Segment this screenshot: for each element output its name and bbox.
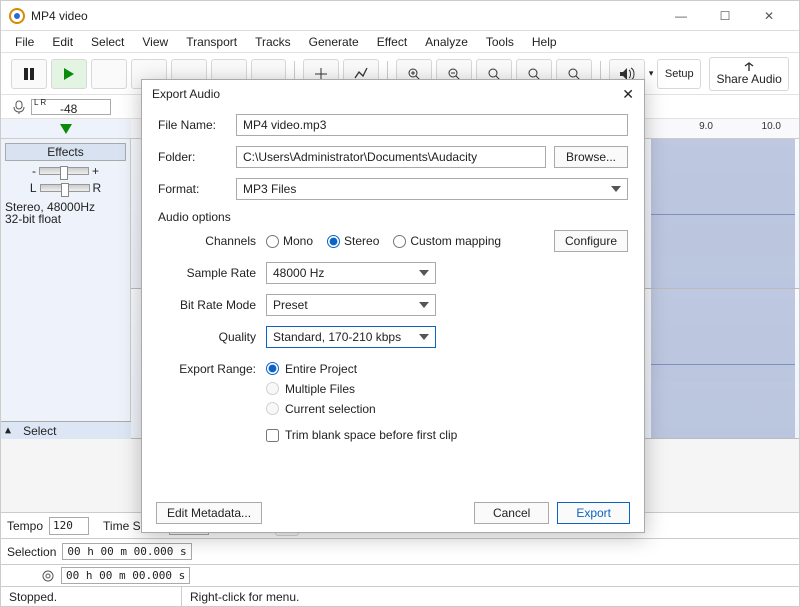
menu-transport[interactable]: Transport	[178, 33, 245, 51]
menu-edit[interactable]: Edit	[44, 33, 81, 51]
mic-icon	[11, 100, 27, 114]
selection-row2: 00 h 00 m 00.000 s	[1, 564, 799, 586]
format-label: Format:	[158, 182, 236, 196]
channels-mono[interactable]: Mono	[266, 234, 313, 248]
app-logo-icon	[9, 8, 25, 24]
audio-setup-button[interactable]: Setup	[657, 59, 701, 89]
wave-clip[interactable]	[651, 139, 795, 288]
menu-select[interactable]: Select	[83, 33, 132, 51]
channels-stereo[interactable]: Stereo	[327, 234, 379, 248]
statusbar: Stopped. Right-click for menu.	[1, 586, 799, 606]
ruler-mark: 9.0	[699, 121, 713, 132]
gear-icon[interactable]	[41, 569, 55, 583]
minimize-button[interactable]: —	[659, 1, 703, 31]
share-icon	[742, 62, 756, 72]
trim-blank-checkbox[interactable]: Trim blank space before first clip	[266, 428, 628, 442]
meter-channels: L R	[34, 99, 46, 107]
range-entire[interactable]: Entire Project	[266, 362, 376, 376]
selection-end[interactable]: 00 h 00 m 00.000 s	[61, 567, 190, 584]
export-range-label: Export Range:	[158, 362, 266, 376]
record-meter[interactable]: L R -48	[31, 99, 111, 115]
sample-rate-label: Sample Rate	[158, 266, 266, 280]
quality-label: Quality	[158, 330, 266, 344]
selection-label: Selection	[7, 545, 56, 559]
play-head-icon[interactable]	[60, 124, 72, 134]
menu-file[interactable]: File	[7, 33, 42, 51]
pan-slider[interactable]: LR	[5, 181, 126, 195]
configure-button[interactable]: Configure	[554, 230, 628, 252]
share-audio-button[interactable]: Share Audio	[709, 57, 789, 91]
folder-label: Folder:	[158, 150, 236, 164]
file-name-label: File Name:	[158, 118, 236, 132]
gain-slider[interactable]: -+	[5, 164, 126, 178]
titlebar: MP4 video — ☐ ✕	[1, 1, 799, 31]
dialog-title: Export Audio	[152, 87, 220, 101]
track-select-button[interactable]: ▲ Select	[1, 421, 131, 439]
track-info: Stereo, 48000Hz32-bit float	[5, 201, 126, 225]
range-current-selection[interactable]: Current selection	[266, 402, 376, 416]
wave-clip[interactable]	[651, 289, 795, 438]
cancel-button[interactable]: Cancel	[474, 502, 549, 524]
export-button[interactable]: Export	[557, 502, 630, 524]
selection-row: Selection 00 h 00 m 00.000 s	[1, 538, 799, 564]
ruler-corner	[1, 119, 131, 139]
track-panel[interactable]: Effects -+ LR Stereo, 48000Hz32-bit floa…	[1, 139, 131, 439]
menu-generate[interactable]: Generate	[301, 33, 367, 51]
menu-help[interactable]: Help	[524, 33, 565, 51]
range-multiple[interactable]: Multiple Files	[266, 382, 376, 396]
share-label: Share Audio	[716, 72, 781, 86]
tempo-input[interactable]	[49, 517, 89, 535]
play-button[interactable]	[51, 59, 87, 89]
menu-tools[interactable]: Tools	[478, 33, 522, 51]
bit-rate-mode-label: Bit Rate Mode	[158, 298, 266, 312]
menu-tracks[interactable]: Tracks	[247, 33, 299, 51]
channels-label: Channels	[158, 234, 266, 248]
folder-input[interactable]	[236, 146, 546, 168]
quality-select[interactable]: Standard, 170-210 kbps	[266, 326, 436, 348]
format-select[interactable]: MP3 Files	[236, 178, 628, 200]
edit-metadata-button[interactable]: Edit Metadata...	[156, 502, 262, 524]
dialog-titlebar: Export Audio ✕	[142, 80, 644, 108]
maximize-button[interactable]: ☐	[703, 1, 747, 31]
status-right: Right-click for menu.	[182, 590, 307, 604]
menubar: File Edit Select View Transport Tracks G…	[1, 31, 799, 53]
ruler-mark: 10.0	[762, 121, 781, 132]
window-title: MP4 video	[31, 9, 659, 23]
channels-custom[interactable]: Custom mapping	[393, 234, 501, 248]
export-audio-dialog: Export Audio ✕ File Name: Folder: Browse…	[141, 79, 645, 533]
sample-rate-select[interactable]: 48000 Hz	[266, 262, 436, 284]
status-left: Stopped.	[1, 590, 181, 604]
audio-options-header: Audio options	[158, 210, 628, 224]
menu-effect[interactable]: Effect	[369, 33, 415, 51]
meter-db: -48	[60, 102, 77, 116]
browse-button[interactable]: Browse...	[554, 146, 628, 168]
file-name-input[interactable]	[236, 114, 628, 136]
stop-button[interactable]	[91, 59, 127, 89]
tempo-label: Tempo	[7, 519, 43, 533]
bit-rate-mode-select[interactable]: Preset	[266, 294, 436, 316]
selection-start[interactable]: 00 h 00 m 00.000 s	[62, 543, 191, 560]
menu-view[interactable]: View	[134, 33, 176, 51]
menu-analyze[interactable]: Analyze	[417, 33, 476, 51]
volume-dropdown-icon[interactable]: ▾	[649, 68, 654, 79]
effects-header[interactable]: Effects	[5, 143, 126, 161]
pause-button[interactable]	[11, 59, 47, 89]
close-button[interactable]: ✕	[747, 1, 791, 31]
dialog-close-icon[interactable]: ✕	[622, 86, 634, 103]
